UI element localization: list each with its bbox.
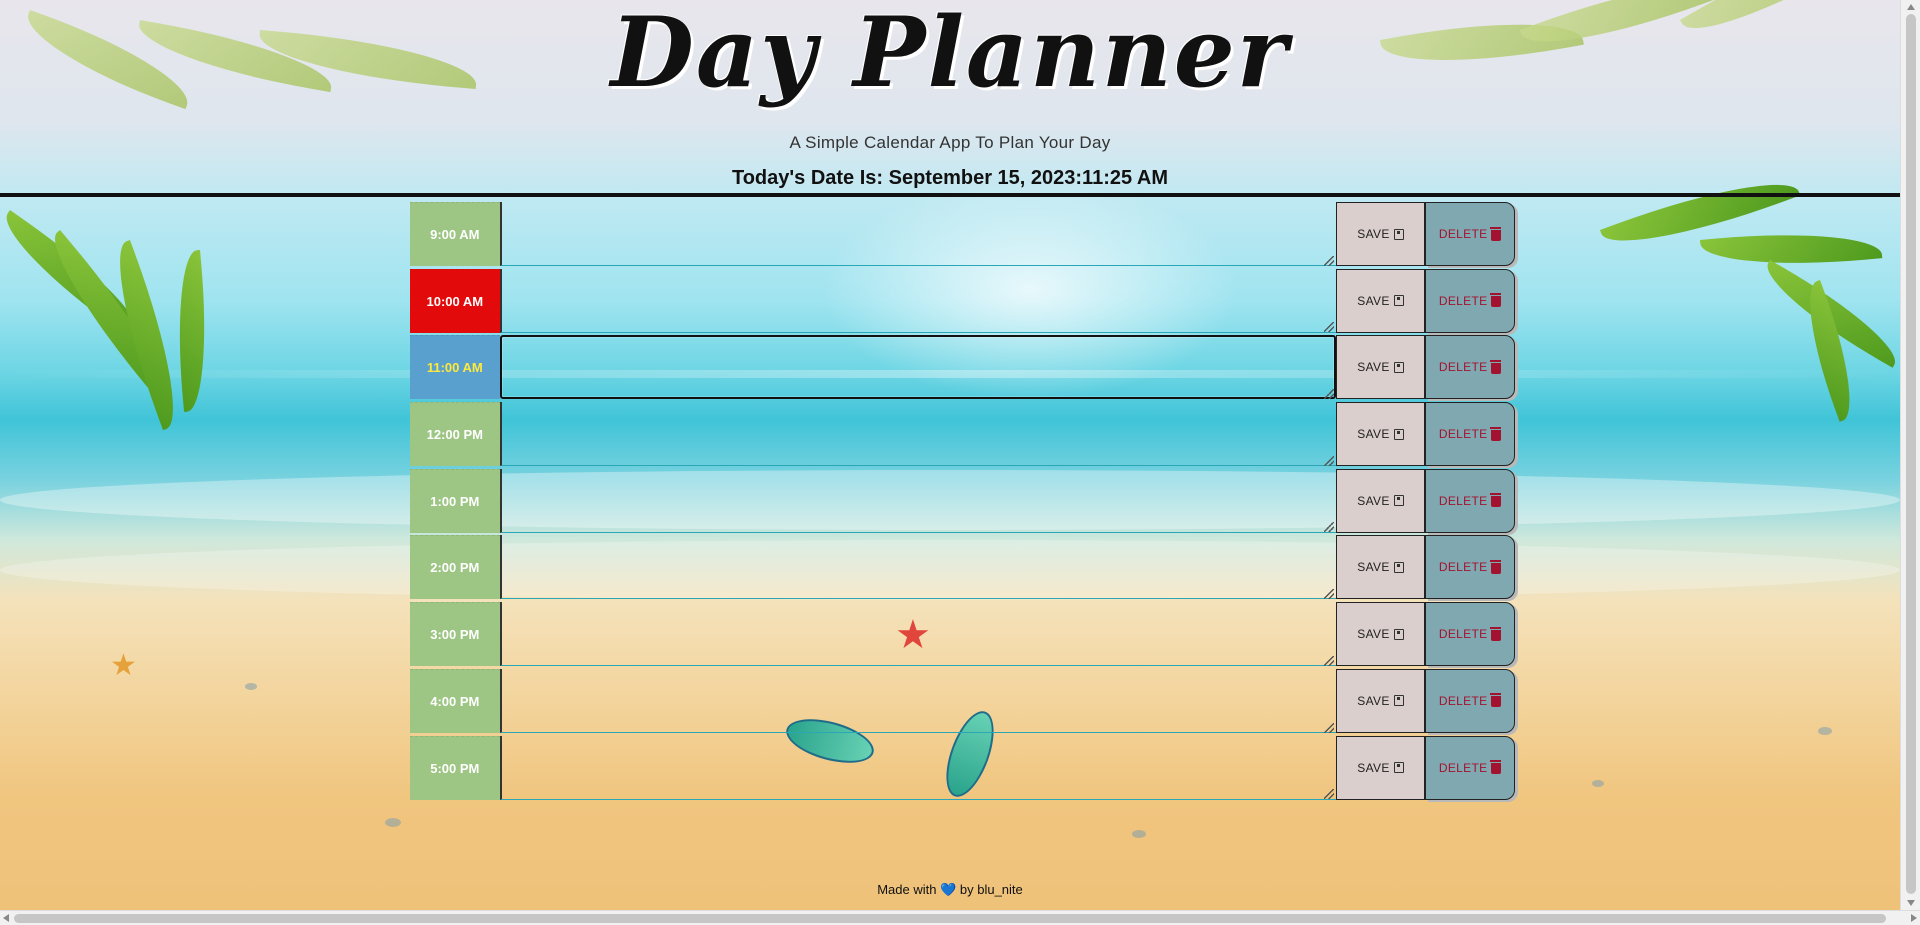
event-description-input[interactable] [499, 468, 1336, 533]
hour-label: 12:00 PM [410, 402, 500, 467]
vertical-scrollbar[interactable] [1900, 0, 1920, 910]
hour-label: 5:00 PM [410, 735, 500, 800]
timeblocks-container: 9:00 AM SAVE DELETE 10:00 AM SAVE DELETE… [410, 201, 1515, 801]
floppy-disk-icon [1393, 762, 1404, 773]
save-button[interactable]: SAVE [1335, 468, 1426, 533]
save-button[interactable]: SAVE [1335, 668, 1426, 733]
hour-label: 4:00 PM [410, 668, 500, 733]
heart-icon: 💙 [940, 882, 957, 897]
resize-handle-icon[interactable] [1323, 455, 1334, 466]
event-description-input[interactable] [499, 602, 1336, 667]
hour-label: 1:00 PM [410, 468, 500, 533]
hour-label: 2:00 PM [410, 535, 500, 600]
resize-handle-icon[interactable] [1323, 589, 1334, 600]
trash-can-icon [1490, 693, 1502, 708]
page-footer: Made with 💙 by blu_nite [0, 882, 1900, 898]
floppy-disk-icon [1393, 495, 1404, 507]
current-date: Today's Date Is: September 15, 2023:11:2… [731, 167, 1169, 189]
hour-label: 11:00 AM [410, 335, 500, 400]
timeblock-row: 10:00 AM SAVE DELETE [410, 268, 1515, 335]
resize-handle-icon[interactable] [1323, 522, 1334, 533]
hour-label: 10:00 AM [410, 268, 500, 333]
event-description-input[interactable] [499, 402, 1336, 467]
trash-can-icon [1490, 559, 1502, 574]
timeblock-row: 1:00 PM SAVE DELETE [410, 468, 1515, 535]
page-title: Day Planner [610, 0, 1290, 109]
scrollbar-thumb[interactable] [14, 914, 1886, 923]
event-description-input[interactable] [499, 735, 1336, 800]
timeblock-row: 11:00 AM SAVE DELETE [410, 334, 1515, 401]
hour-label: 9:00 AM [410, 202, 500, 266]
timeblock-row: 5:00 PM SAVE DELETE [410, 735, 1515, 802]
trash-can-icon [1490, 760, 1502, 774]
floppy-disk-icon [1393, 361, 1404, 373]
scroll-down-arrow-icon[interactable] [1907, 900, 1915, 906]
footer-made-with: Made with [877, 882, 937, 897]
resize-handle-icon[interactable] [1323, 255, 1334, 266]
delete-button[interactable]: DELETE [1425, 268, 1515, 333]
resize-handle-icon[interactable] [1323, 722, 1334, 733]
event-description-input[interactable] [499, 268, 1336, 333]
resize-handle-icon[interactable] [1323, 789, 1334, 800]
delete-button[interactable]: DELETE [1425, 402, 1515, 467]
delete-button[interactable]: DELETE [1425, 335, 1515, 400]
delete-button[interactable]: DELETE [1425, 468, 1515, 533]
trash-can-icon [1490, 426, 1502, 441]
floppy-disk-icon [1393, 295, 1404, 307]
scrollbar-thumb[interactable] [1906, 14, 1916, 894]
floppy-disk-icon [1393, 628, 1404, 640]
resize-handle-icon[interactable] [1323, 322, 1334, 333]
timeblock-row: 4:00 PM SAVE DELETE [410, 668, 1515, 735]
hour-label: 3:00 PM [410, 602, 500, 667]
scroll-right-arrow-icon[interactable] [1911, 914, 1917, 922]
event-description-input[interactable] [499, 668, 1336, 733]
resize-handle-icon[interactable] [1323, 655, 1334, 666]
trash-can-icon [1490, 626, 1502, 641]
save-button[interactable]: SAVE [1335, 402, 1426, 467]
delete-button[interactable]: DELETE [1425, 668, 1515, 733]
scroll-left-arrow-icon[interactable] [3, 914, 9, 922]
event-description-input[interactable] [499, 202, 1336, 266]
delete-button[interactable]: DELETE [1425, 735, 1515, 800]
save-button[interactable]: SAVE [1335, 735, 1426, 800]
resize-handle-icon[interactable] [1323, 389, 1334, 400]
horizontal-scrollbar[interactable] [0, 910, 1920, 925]
footer-author: by blu_nite [959, 882, 1023, 897]
floppy-disk-icon [1393, 428, 1404, 440]
floppy-disk-icon [1393, 228, 1404, 240]
page-subtitle: A Simple Calendar App To Plan Your Day [789, 133, 1111, 152]
save-button[interactable]: SAVE [1335, 335, 1426, 400]
trash-can-icon [1490, 226, 1502, 241]
save-button[interactable]: SAVE [1335, 535, 1426, 600]
floppy-disk-icon [1393, 695, 1404, 707]
trash-can-icon [1490, 359, 1502, 374]
timeblock-row: 3:00 PM SAVE DELETE [410, 601, 1515, 668]
timeblock-row: 12:00 PM SAVE DELETE [410, 401, 1515, 468]
delete-button[interactable]: DELETE [1425, 202, 1515, 266]
timeblock-row: 9:00 AM SAVE DELETE [410, 201, 1515, 268]
floppy-disk-icon [1393, 561, 1404, 573]
save-button[interactable]: SAVE [1335, 202, 1426, 266]
save-button[interactable]: SAVE [1335, 602, 1426, 667]
event-description-input[interactable] [499, 335, 1336, 400]
event-description-input[interactable] [499, 535, 1336, 600]
scroll-up-arrow-icon[interactable] [1907, 4, 1915, 10]
delete-button[interactable]: DELETE [1425, 535, 1515, 600]
trash-can-icon [1490, 293, 1502, 308]
starfish-decor: ★ [110, 649, 137, 682]
page-header: Day Planner A Simple Calendar App To Pla… [0, 0, 1900, 197]
delete-button[interactable]: DELETE [1425, 602, 1515, 667]
save-button[interactable]: SAVE [1335, 268, 1426, 333]
timeblock-row: 2:00 PM SAVE DELETE [410, 534, 1515, 601]
trash-can-icon [1490, 493, 1502, 508]
